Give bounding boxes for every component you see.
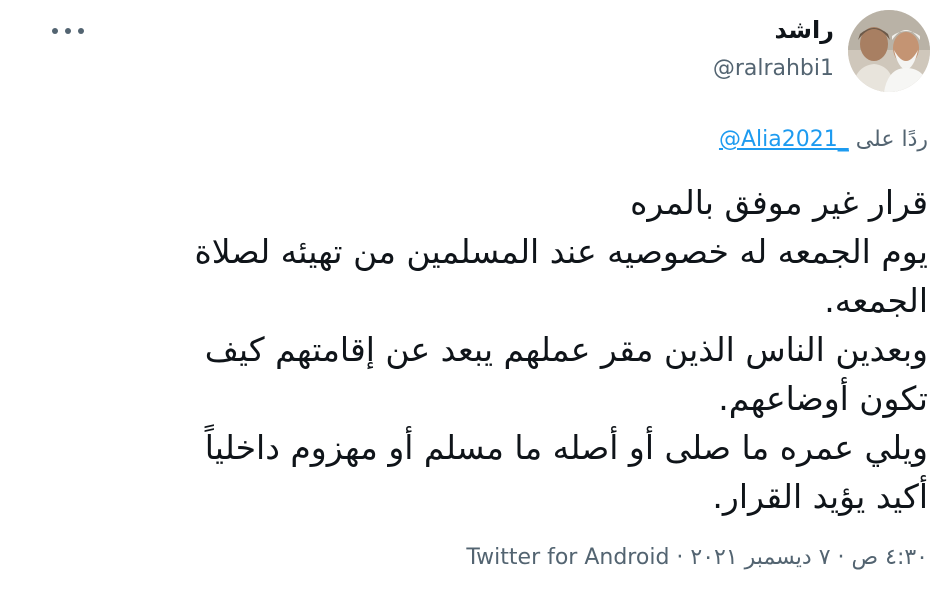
tweet-line: قرار غير موفق بالمره: [630, 183, 928, 222]
tweet-time[interactable]: ٤:٣٠ ص: [852, 545, 928, 570]
tweet-line: يوم الجمعه له خصوصيه عند المسلمين من تهي…: [194, 232, 928, 271]
meta-separator: ·: [837, 545, 845, 570]
reply-mention-link[interactable]: @Alia2021_: [719, 127, 849, 152]
tweet-card: راشد @ralrahbi1 ردًا على @Alia2021_ قرار…: [0, 0, 946, 596]
tweet-line: تكون أوضاعهم.: [718, 379, 928, 418]
more-options-button[interactable]: [50, 20, 86, 40]
tweet-line: الجمعه.: [824, 281, 928, 320]
meta-separator: ·: [676, 545, 684, 570]
tweet-line: ويلي عمره ما صلى أو أصله ما مسلم أو مهزو…: [204, 428, 928, 467]
tweet-text: قرار غير موفق بالمره يوم الجمعه له خصوصي…: [48, 178, 928, 521]
display-name[interactable]: راشد: [774, 16, 834, 44]
more-dot-icon: [78, 28, 84, 34]
user-handle[interactable]: @ralrahbi1: [713, 56, 834, 81]
more-dot-icon: [65, 28, 71, 34]
reply-prefix: ردًا على: [855, 127, 928, 152]
more-horizontal-icon: [52, 28, 58, 34]
tweet-line: وبعدين الناس الذين مقر عملهم يبعد عن إقا…: [204, 330, 928, 369]
avatar[interactable]: [848, 10, 930, 92]
tweet-line: أكيد يؤيد القرار.: [712, 477, 928, 516]
tweet-date[interactable]: ٧ ديسمبر ٢٠٢١: [690, 545, 830, 570]
avatar-image: [848, 10, 930, 92]
reply-context: ردًا على @Alia2021_: [719, 127, 928, 152]
tweet-meta: ٤:٣٠ ص · ٧ ديسمبر ٢٠٢١ · Twitter for And…: [466, 545, 928, 570]
tweet-source-link[interactable]: Twitter for Android: [466, 545, 669, 570]
